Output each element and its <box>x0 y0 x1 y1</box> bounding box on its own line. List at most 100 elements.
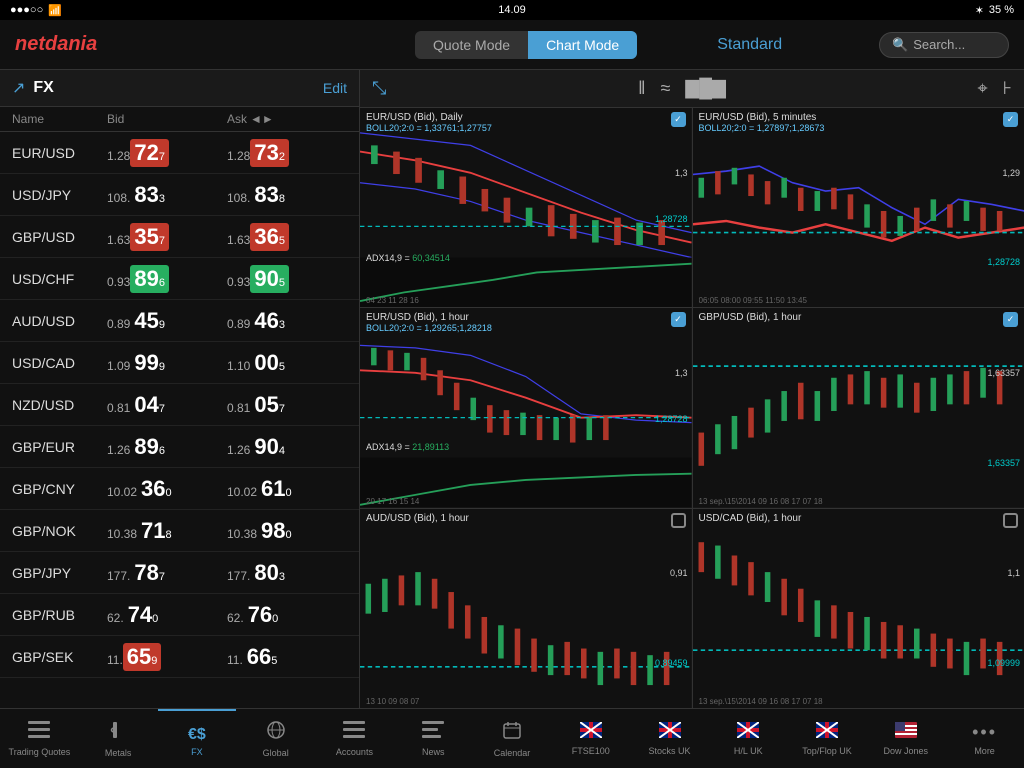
fx-row-gbp-eur[interactable]: GBP/EUR 1.26 896 1.26 904 <box>0 426 359 468</box>
chart-mode-button[interactable]: Chart Mode <box>528 31 637 59</box>
nav-item-ftse100[interactable]: FTSE100 <box>551 709 630 768</box>
fx-ask-price: 1.28 732 <box>227 139 347 167</box>
fx-bid-price: 62. 740 <box>107 601 227 629</box>
fx-row-usd-chf[interactable]: USD/CHF 0.93 896 0.93 905 <box>0 258 359 300</box>
chart-level-3: 1,63357 <box>987 458 1020 468</box>
line-chart-icon[interactable]: ≈ <box>661 78 671 99</box>
nav-label-topflop-uk: Top/Flop UK <box>802 746 852 756</box>
chart-checkbox-2[interactable]: ✓ <box>671 312 686 327</box>
nav-item-calendar[interactable]: Calendar <box>473 709 552 768</box>
chart-right-label-3: 1,63357 <box>987 368 1020 378</box>
nav-icon-hl-uk <box>737 722 759 743</box>
nav-item-trading-quotes[interactable]: Trading Quotes <box>0 709 79 768</box>
grid-icon[interactable]: ⊦ <box>1003 78 1012 99</box>
fx-edit-button[interactable]: Edit <box>323 80 347 96</box>
chart-level-5: 1,09999 <box>987 658 1020 668</box>
nav-icon-stocks-uk <box>659 722 681 743</box>
fx-pair-name: AUD/USD <box>12 313 107 329</box>
fx-ask-price: 1.63 365 <box>227 223 347 251</box>
nav-item-global[interactable]: Global <box>236 709 315 768</box>
charts-panel: ⤡ ‖ ≈ ▇█▇ ⌖ ⊦ <box>360 70 1024 708</box>
nav-label-global: Global <box>263 748 289 758</box>
nav-item-hl-uk[interactable]: H/L UK <box>709 709 788 768</box>
search-bar[interactable]: 🔍 Search... <box>879 32 1009 58</box>
chart-cell-3[interactable]: GBP/USD (Bid), 1 hour ✓ 1,63357 1,63357 … <box>693 308 1024 507</box>
nav-icon-dow-jones <box>895 722 917 743</box>
fx-ask-price: 62. 760 <box>227 601 347 629</box>
fx-row-gbp-usd[interactable]: GBP/USD 1.63 357 1.63 365 <box>0 216 359 258</box>
chart-level-2: 1,28728 <box>655 414 688 424</box>
fx-row-eur-usd[interactable]: EUR/USD 1.28 727 1.28 732 <box>0 132 359 174</box>
chart-checkbox-1[interactable]: ✓ <box>1003 112 1018 127</box>
nav-icon-calendar <box>502 720 522 745</box>
chart-checkbox-4[interactable] <box>671 513 686 528</box>
col-name: Name <box>12 112 107 126</box>
fx-row-gbp-nok[interactable]: GBP/NOK 10.38 718 10.38 980 <box>0 510 359 552</box>
fx-ask-price: 1.10 005 <box>227 349 347 377</box>
chart-cell-5[interactable]: USD/CAD (Bid), 1 hour 1,1 1,09999 13 sep… <box>693 509 1024 708</box>
fx-row-aud-usd[interactable]: AUD/USD 0.89 459 0.89 463 <box>0 300 359 342</box>
nav-item-accounts[interactable]: Accounts <box>315 709 394 768</box>
chart-title-3: GBP/USD (Bid), 1 hour <box>699 312 802 323</box>
battery-label: 35 % <box>989 4 1014 16</box>
chart-right-label-2: 1,3 <box>675 368 688 378</box>
chart-right-label-0: 1,3 <box>675 168 688 178</box>
chart-right-label-1: 1,29 <box>1002 168 1020 178</box>
header: netdania Quote Mode Chart Mode Standard … <box>0 20 1024 70</box>
chart-title-1: EUR/USD (Bid), 5 minutes BOLL20;2:0 = 1,… <box>699 112 825 134</box>
expand-icon[interactable]: ⤡ <box>372 78 386 99</box>
fx-pair-name: GBP/USD <box>12 229 107 245</box>
fx-row-gbp-cny[interactable]: GBP/CNY 10.02 360 10.02 610 <box>0 468 359 510</box>
fx-bid-price: 10.38 718 <box>107 517 227 545</box>
nav-label-hl-uk: H/L UK <box>734 746 763 756</box>
nav-item-dow-jones[interactable]: Dow Jones <box>866 709 945 768</box>
chart-dates-3: 13 sep.\15\2014 09 16 08 17 07 18 <box>699 497 1005 506</box>
nav-item-stocks-uk[interactable]: Stocks UK <box>630 709 709 768</box>
logo-accent: net <box>15 33 45 55</box>
chart-cell-4[interactable]: AUD/USD (Bid), 1 hour 0,91 0,89459 13 10… <box>360 509 692 708</box>
chart-right-label-5: 1,1 <box>1007 568 1020 578</box>
nav-icon-ftse100 <box>580 722 602 743</box>
logo-text: dania <box>45 33 97 55</box>
fx-pair-name: GBP/CNY <box>12 481 107 497</box>
quote-mode-button[interactable]: Quote Mode <box>415 31 528 59</box>
chart-checkbox-5[interactable] <box>1003 513 1018 528</box>
histogram-icon[interactable]: ▇█▇ <box>685 78 725 99</box>
charts-grid: EUR/USD (Bid), Daily BOLL20;2:0 = 1,3376… <box>360 108 1024 708</box>
chart-cell-2[interactable]: EUR/USD (Bid), 1 hour BOLL20;2:0 = 1,292… <box>360 308 692 507</box>
crosshair-icon[interactable]: ⌖ <box>978 78 988 99</box>
fx-panel-title: FX <box>33 79 53 97</box>
fx-bid-price: 1.09 999 <box>107 349 227 377</box>
chart-title-4: AUD/USD (Bid), 1 hour <box>366 513 469 524</box>
nav-item-more[interactable]: ••• More <box>945 709 1024 768</box>
chart-checkbox-3[interactable]: ✓ <box>1003 312 1018 327</box>
bluetooth-icon: ✶ <box>975 4 984 17</box>
bar-chart-icon[interactable]: ‖ <box>638 78 645 99</box>
fx-pair-name: GBP/SEK <box>12 649 107 665</box>
fx-bid-price: 11. 659 <box>107 643 227 671</box>
fx-row-gbp-rub[interactable]: GBP/RUB 62. 740 62. 760 <box>0 594 359 636</box>
nav-item-news[interactable]: News <box>394 709 473 768</box>
fx-rows: EUR/USD 1.28 727 1.28 732 USD/JPY 108. 8… <box>0 132 359 678</box>
col-ask: Ask ◄► <box>227 112 347 126</box>
fx-pair-name: GBP/RUB <box>12 607 107 623</box>
fx-ask-price: 0.89 463 <box>227 307 347 335</box>
fx-column-headers: Name Bid Ask ◄► <box>0 107 359 132</box>
col-bid: Bid <box>107 112 227 126</box>
fx-row-gbp-sek[interactable]: GBP/SEK 11. 659 11. 665 <box>0 636 359 678</box>
fx-row-usd-jpy[interactable]: USD/JPY 108. 833 108. 838 <box>0 174 359 216</box>
chart-cell-1[interactable]: EUR/USD (Bid), 5 minutes BOLL20;2:0 = 1,… <box>693 108 1024 307</box>
fx-row-gbp-jpy[interactable]: GBP/JPY 177. 787 177. 803 <box>0 552 359 594</box>
nav-item-metals[interactable]: Metals <box>79 709 158 768</box>
logo: netdania <box>15 33 135 56</box>
chart-adx-2: ADX14,9 = 21,89113 <box>366 442 449 452</box>
nav-item-fx[interactable]: €$ FX <box>158 709 237 768</box>
fx-row-usd-cad[interactable]: USD/CAD 1.09 999 1.10 005 <box>0 342 359 384</box>
fx-pair-name: USD/CAD <box>12 355 107 371</box>
nav-item-topflop-uk[interactable]: Top/Flop UK <box>788 709 867 768</box>
status-time: 14.09 <box>498 4 526 16</box>
chart-title-5: USD/CAD (Bid), 1 hour <box>699 513 802 524</box>
chart-cell-0[interactable]: EUR/USD (Bid), Daily BOLL20;2:0 = 1,3376… <box>360 108 692 307</box>
fx-row-nzd-usd[interactable]: NZD/USD 0.81 047 0.81 057 <box>0 384 359 426</box>
chart-checkbox-0[interactable]: ✓ <box>671 112 686 127</box>
